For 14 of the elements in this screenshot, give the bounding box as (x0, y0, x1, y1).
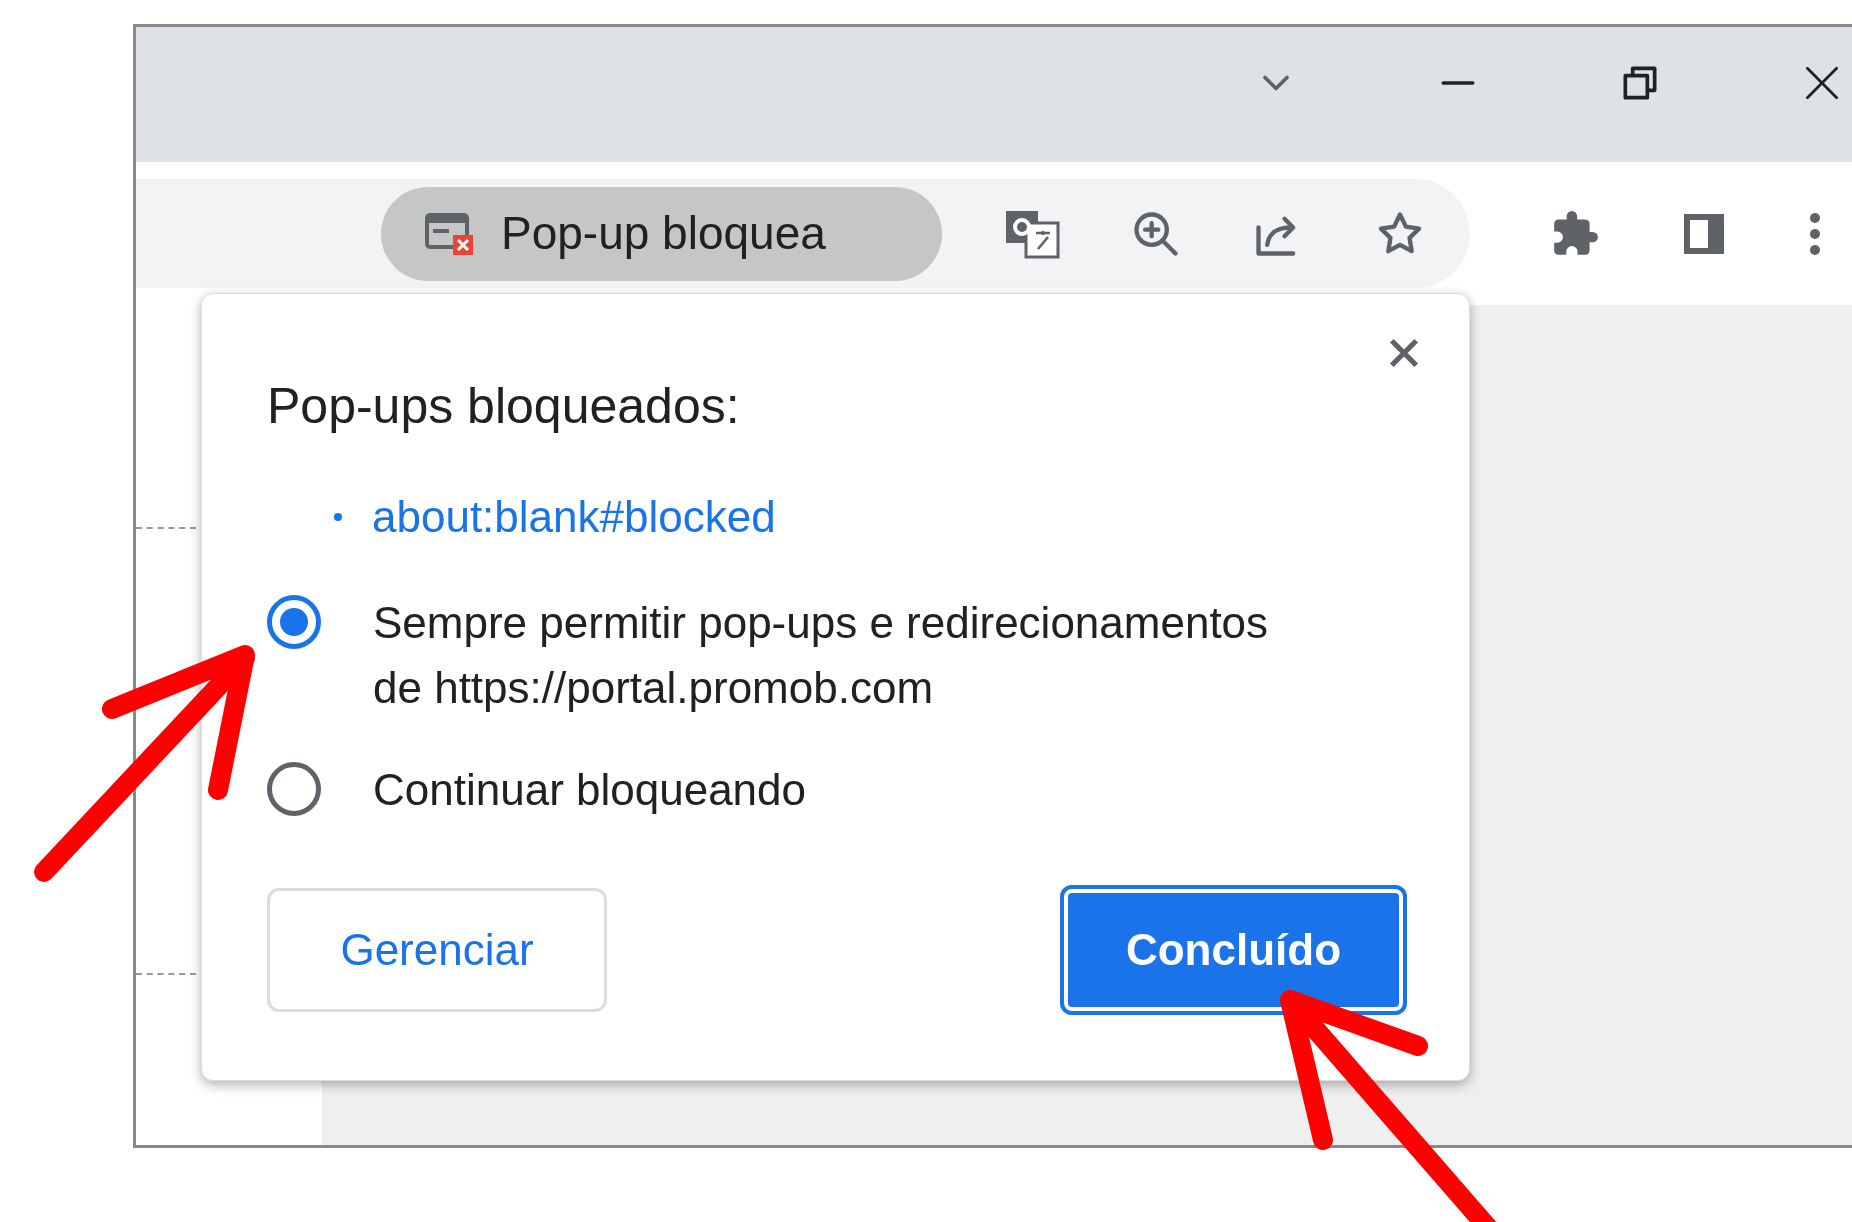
popup-blocked-chip[interactable]: Pop-up bloquea (381, 186, 942, 281)
manage-button[interactable]: Gerenciar (267, 888, 607, 1012)
translate-icon[interactable] (1004, 208, 1060, 259)
blocked-link[interactable]: about:blank#blocked (372, 489, 776, 545)
radio-button[interactable] (267, 762, 321, 816)
radio-button[interactable] (267, 595, 321, 649)
blocked-window-icon (425, 210, 475, 257)
bullet-icon (334, 513, 342, 521)
address-bar[interactable]: Pop-up bloquea (136, 179, 1470, 288)
popup-blocked-label: Pop-up bloquea (501, 206, 826, 261)
option-label[interactable]: Continuar bloqueando (373, 757, 1293, 822)
done-button[interactable]: Concluído (1060, 885, 1407, 1015)
option-label[interactable]: Sempre permitir pop-ups e redirecionamentos de https://portal.promob.com (373, 590, 1293, 720)
dialog-title: Pop-ups bloqueados: (267, 377, 741, 436)
